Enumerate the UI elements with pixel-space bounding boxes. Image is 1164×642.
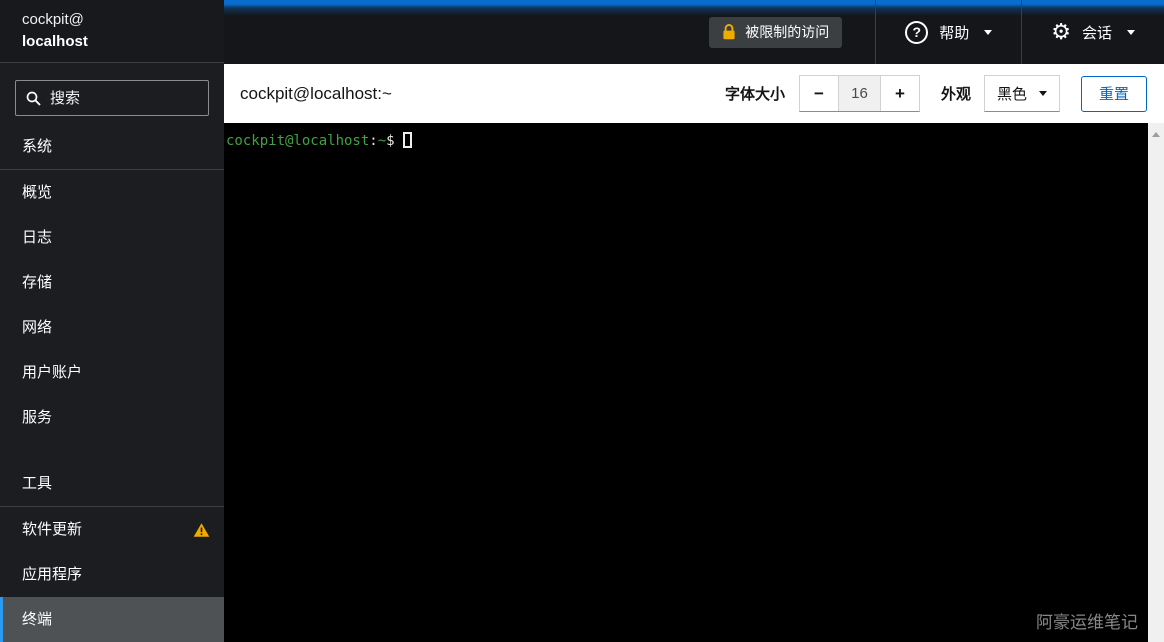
brand-host: localhost: [22, 33, 88, 50]
terminal-area[interactable]: cockpit@localhost:~$ 阿豪运维笔记: [224, 123, 1164, 642]
sidebar: cockpit@ localhost 系统 概览 日志 存储 网络 用户账户: [0, 0, 224, 642]
font-size-control: 字体大小 − 16 +: [725, 75, 941, 112]
help-icon: ?: [905, 20, 929, 44]
chevron-down-icon: [1127, 29, 1135, 35]
theme-select[interactable]: 黑色: [983, 75, 1060, 112]
prompt-dollar: $: [386, 133, 395, 149]
theme-select-value: 黑色: [996, 86, 1027, 103]
sidebar-item-label: 软件更新: [22, 521, 83, 538]
sidebar-item-software-updates[interactable]: 软件更新: [0, 507, 224, 552]
lock-icon: [722, 24, 736, 40]
nav-section-system[interactable]: 系统: [0, 124, 224, 169]
sidebar-item-services[interactable]: 服务: [0, 395, 224, 440]
page-title: cockpit@localhost:~: [240, 83, 392, 103]
masthead: 被限制的访问 ? 帮助 ⚙︎ 会话: [224, 0, 1164, 64]
cockpit-app: cockpit@ localhost 系统 概览 日志 存储 网络 用户账户: [0, 0, 1164, 642]
terminal-scrollbar[interactable]: [1148, 123, 1164, 642]
search-input[interactable]: [50, 89, 198, 107]
sidebar-nav: 系统 概览 日志 存储 网络 用户账户 服务 工具 软件更新 应用程序 终端: [0, 124, 224, 642]
appearance-label: 外观: [940, 86, 971, 103]
font-size-label: 字体大小: [724, 86, 785, 103]
sidebar-item-logs[interactable]: 日志: [0, 215, 224, 260]
sidebar-item-applications[interactable]: 应用程序: [0, 552, 224, 597]
nav-group-tools: 工具 软件更新 应用程序: [0, 461, 224, 597]
restricted-access-label: 被限制的访问: [745, 24, 830, 40]
font-size-value: 16: [837, 76, 881, 111]
sidebar-item-terminal[interactable]: 终端: [0, 597, 224, 642]
chevron-down-icon: [1038, 91, 1047, 96]
prompt-path: ~: [377, 133, 387, 149]
sidebar-item-accounts[interactable]: 用户账户: [0, 350, 224, 395]
sidebar-item-network[interactable]: 网络: [0, 305, 224, 350]
sidebar-item-overview[interactable]: 概览: [0, 170, 224, 215]
scroll-up-icon: [1152, 132, 1160, 137]
plus-icon: +: [894, 83, 905, 103]
sidebar-search[interactable]: [15, 80, 209, 116]
minus-icon: −: [813, 83, 824, 103]
session-menu-button[interactable]: ⚙︎ 会话: [1022, 0, 1164, 64]
brand: cockpit@ localhost: [0, 0, 224, 64]
prompt-user-host: cockpit@localhost: [226, 133, 370, 149]
font-size-decrease-button[interactable]: −: [799, 76, 838, 111]
font-size-increase-button[interactable]: +: [880, 76, 919, 111]
sidebar-item-storage[interactable]: 存储: [0, 260, 224, 305]
terminal-toolbar: cockpit@localhost:~ 字体大小 − 16 + 外观 黑色 重置: [224, 64, 1164, 123]
nav-section-tools[interactable]: 工具: [0, 461, 224, 506]
help-menu-button[interactable]: ? 帮助: [876, 0, 1021, 64]
appearance-control: 外观 黑色: [941, 75, 1081, 112]
reset-button[interactable]: 重置: [1080, 75, 1147, 112]
nav-group-system: 系统 概览 日志 存储 网络 用户账户 服务: [0, 124, 224, 440]
main-column: 被限制的访问 ? 帮助 ⚙︎ 会话 cockpit@localhost:~ 字体…: [224, 0, 1164, 642]
session-label: 会话: [1081, 24, 1112, 42]
search-icon: [26, 91, 41, 106]
brand-user: cockpit@: [22, 11, 84, 28]
watermark-text: 阿豪运维笔记: [1036, 613, 1138, 632]
terminal-prompt-line: cockpit@localhost:~$: [224, 123, 1164, 150]
gear-icon: ⚙︎: [1051, 19, 1071, 44]
terminal-cursor: [402, 132, 412, 148]
warning-icon: [193, 522, 210, 537]
help-label: 帮助: [939, 24, 970, 42]
font-size-stepper: − 16 +: [798, 75, 920, 112]
prompt-colon: :: [369, 133, 378, 149]
restricted-access-button[interactable]: 被限制的访问: [709, 16, 843, 48]
chevron-down-icon: [984, 29, 993, 35]
